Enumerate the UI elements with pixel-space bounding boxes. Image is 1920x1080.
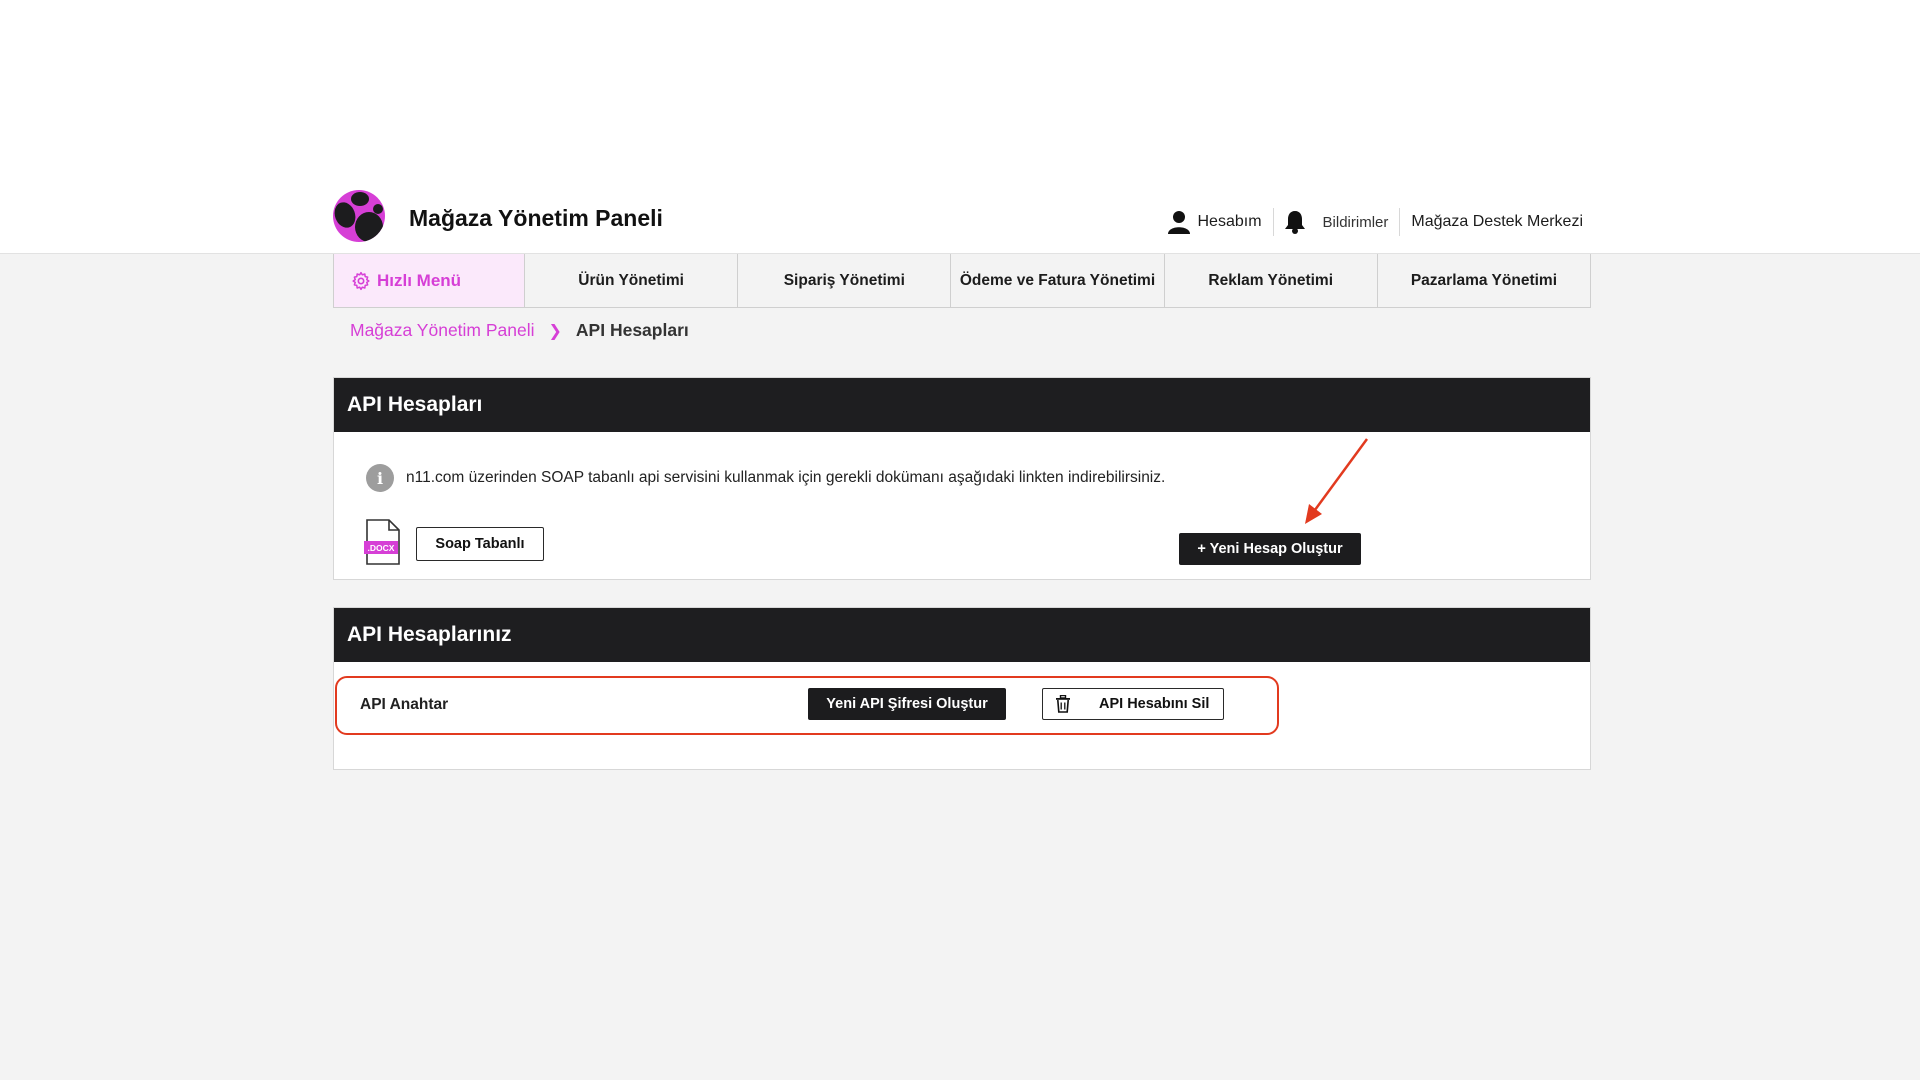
header-links: Hesabım Bildirimler Mağaza Destek Merkez… bbox=[1157, 206, 1583, 238]
info-text: n11.com üzerinden SOAP tabanlı api servi… bbox=[406, 469, 1166, 486]
bell-icon bbox=[1284, 211, 1305, 234]
chevron-right-icon: ❯ bbox=[548, 322, 562, 340]
info-icon: i bbox=[366, 464, 394, 492]
tab-order-management[interactable]: Sipariş Yönetimi bbox=[737, 254, 950, 307]
quick-menu-tab[interactable]: Hızlı Menü bbox=[334, 254, 524, 307]
notifications-label: Bildirimler bbox=[1322, 213, 1389, 231]
tab-product-management[interactable]: Ürün Yönetimi bbox=[524, 254, 737, 307]
tab-payment-invoice-management[interactable]: Ödeme ve Fatura Yönetimi bbox=[950, 254, 1163, 307]
annotation-highlight-box bbox=[335, 676, 1279, 735]
support-label: Mağaza Destek Merkezi bbox=[1411, 213, 1583, 230]
breadcrumb-home-link[interactable]: Mağaza Yönetim Paneli bbox=[350, 320, 535, 341]
account-link[interactable]: Hesabım bbox=[1157, 208, 1273, 236]
tab-ad-management[interactable]: Reklam Yönetimi bbox=[1163, 254, 1377, 307]
brand-logo[interactable] bbox=[333, 190, 385, 242]
new-account-button[interactable]: + Yeni Hesap Oluştur bbox=[1179, 533, 1361, 565]
your-api-accounts-title: API Hesaplarınız bbox=[334, 608, 1590, 662]
support-link[interactable]: Mağaza Destek Merkezi bbox=[1399, 208, 1583, 236]
account-label: Hesabım bbox=[1197, 213, 1262, 230]
user-icon bbox=[1167, 211, 1190, 234]
quick-menu-label: Hızlı Menü bbox=[377, 270, 462, 290]
app-title: Mağaza Yönetim Paneli bbox=[409, 205, 663, 231]
api-accounts-title: API Hesapları bbox=[334, 378, 1590, 432]
tab-marketing-management[interactable]: Pazarlama Yönetimi bbox=[1376, 254, 1590, 307]
header-background bbox=[0, 0, 1920, 254]
docx-badge: .DOCX bbox=[368, 543, 395, 553]
api-accounts-panel: API Hesapları i n11.com üzerinden SOAP t… bbox=[333, 377, 1591, 580]
docx-file-icon[interactable]: .DOCX bbox=[364, 519, 402, 565]
gear-icon bbox=[352, 271, 370, 290]
notifications-link[interactable]: Bildirimler bbox=[1272, 208, 1400, 236]
breadcrumb: Mağaza Yönetim Paneli ❯ API Hesapları bbox=[350, 320, 689, 341]
soap-download-button[interactable]: Soap Tabanlı bbox=[416, 527, 544, 561]
annotation-arrow-icon bbox=[1305, 438, 1369, 524]
breadcrumb-current: API Hesapları bbox=[575, 320, 689, 340]
main-nav: Hızlı Menü Ürün Yönetimi Sipariş Yönetim… bbox=[333, 254, 1591, 308]
info-message: i n11.com üzerinden SOAP tabanlı api ser… bbox=[366, 464, 1165, 492]
